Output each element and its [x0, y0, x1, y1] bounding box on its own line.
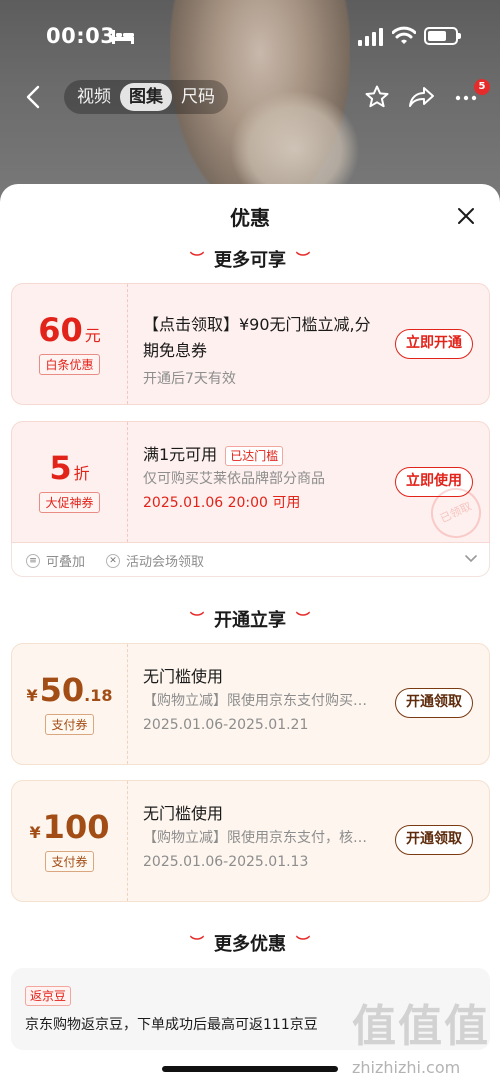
section-header-more-offers: ︶ 更多优惠 ︶ [0, 930, 500, 956]
coupon-amount: ¥100 [29, 807, 110, 846]
coupon-type-tag: 白条优惠 [39, 353, 100, 375]
coupon-value: 5折 大促神券 [12, 422, 128, 542]
coupon-amount: ¥50.18 [26, 670, 113, 709]
coupon-scope: 【购物立减】限使用京东支付购买… [143, 693, 367, 709]
jd-bean-text: 京东购物返京豆，下单成功后最高可返111京豆 [25, 1017, 318, 1033]
section-title: 开通立享 [214, 610, 286, 631]
coupon-amount: 5折 [49, 448, 90, 487]
coupon-info: 【点击领取】¥90无门槛立减,分期免息券 开通后7天有效 [143, 284, 377, 404]
status-bar: 00:03 [0, 0, 500, 70]
section-deco-right-icon: ︶ [296, 252, 310, 268]
wifi-icon [392, 26, 416, 44]
section-deco-left-icon: ︶ [190, 936, 204, 952]
stackable-tip: ≡ 可叠加 [26, 551, 85, 570]
coupon-validity: 开通后7天有效 [143, 371, 236, 387]
coupon-date-range: 2025.01.06-2025.01.21 [143, 717, 309, 733]
coupon-title-row: 满1元可用 已达门槛 [143, 442, 377, 468]
tab-size[interactable]: 尺码 [172, 83, 224, 111]
coupon-start-date: 2025.01.06 20:00 可用 [143, 495, 301, 511]
coupon-title: 满1元可用 [143, 445, 218, 464]
cellular-signal-icon [358, 28, 383, 46]
section-title: 更多可享 [214, 250, 286, 271]
section-header-open-enjoy: ︶ 开通立享 ︶ [0, 606, 500, 632]
section-deco-left-icon: ︶ [190, 612, 204, 628]
coupon-card-payment-50[interactable]: ¥50.18 支付券 无门槛使用 【购物立减】限使用京东支付购买… 2025.0… [11, 643, 490, 765]
close-icon[interactable] [456, 206, 476, 226]
coupon-type-tag: 大促神券 [39, 491, 100, 513]
top-nav: 视频 图集 尺码 5 [0, 72, 500, 122]
activate-claim-button[interactable]: 开通领取 [395, 825, 473, 855]
share-icon[interactable] [408, 84, 436, 110]
notification-badge: 5 [474, 79, 490, 95]
coupon-info: 无门槛使用 【购物立减】限使用京东支付购买… 2025.01.06-2025.0… [143, 644, 377, 764]
section-deco-right-icon: ︶ [296, 936, 310, 952]
coupon-type-tag: 支付券 [45, 713, 94, 735]
coupon-card-baitiao[interactable]: 60 元 白条优惠 【点击领取】¥90无门槛立减,分期免息券 开通后7天有效 立即… [11, 283, 490, 405]
section-title: 更多优惠 [214, 934, 286, 955]
coupon-value: 60 元 白条优惠 [12, 284, 128, 404]
favorite-star-icon[interactable] [364, 84, 390, 110]
offers-sheet: 优惠 ︶ 更多可享 ︶ 60 元 白条优惠 【点击领取】¥90无门槛立减,分期免息券 … [0, 184, 500, 1083]
home-indicator[interactable] [162, 1066, 338, 1072]
media-tabs: 视频 图集 尺码 [64, 80, 228, 114]
site-watermark: 值值值 zhizhizhi.com [352, 990, 492, 1077]
coupon-scope: 【购物立减】限使用京东支付，核… [143, 830, 367, 846]
watermark-logo: 值值值 [352, 1001, 490, 1052]
watermark-url: zhizhizhi.com [352, 1058, 461, 1077]
coupon-type-tag: 支付券 [45, 850, 94, 872]
activate-claim-button[interactable]: 开通领取 [395, 688, 473, 718]
coupon-date-range: 2025.01.06-2025.01.13 [143, 854, 309, 870]
tab-gallery[interactable]: 图集 [120, 83, 172, 111]
coupon-card-promo[interactable]: 5折 大促神券 满1元可用 已达门槛 仅可购买艾莱依品牌部分商品 2025.01.… [11, 421, 490, 547]
jd-bean-tag: 返京豆 [25, 986, 72, 1006]
coupon-card-payment-100[interactable]: ¥100 支付券 无门槛使用 【购物立减】限使用京东支付，核… 2025.01.… [11, 780, 490, 902]
coupon-info: 满1元可用 已达门槛 仅可购买艾莱依品牌部分商品 2025.01.06 20:00… [143, 422, 377, 542]
tab-video[interactable]: 视频 [68, 83, 120, 111]
sleep-mode-icon [112, 30, 134, 44]
stack-icon: ≡ [26, 553, 40, 568]
section-deco-left-icon: ︶ [190, 252, 204, 268]
back-arrow-icon[interactable] [22, 84, 46, 110]
threshold-reached-badge: 已达门槛 [225, 445, 284, 466]
coupon-tips-row: ≡ 可叠加 ✕ 活动会场领取 [11, 543, 490, 577]
coupon-info: 无门槛使用 【购物立减】限使用京东支付，核… 2025.01.06-2025.0… [143, 781, 377, 901]
coupon-title: 【点击领取】¥90无门槛立减,分期免息券 [143, 315, 371, 360]
sheet-title: 优惠 [230, 206, 270, 230]
venue-tip: ✕ 活动会场领取 [106, 551, 204, 570]
status-time: 00:03 [46, 24, 116, 48]
activate-now-button[interactable]: 立即开通 [395, 329, 473, 359]
coupon-amount: 60 元 [38, 310, 101, 349]
venue-icon: ✕ [106, 553, 120, 568]
battery-icon [424, 27, 461, 45]
coupon-title: 无门槛使用 [143, 667, 224, 686]
section-deco-right-icon: ︶ [296, 612, 310, 628]
coupon-value: ¥50.18 支付券 [12, 644, 128, 764]
chevron-down-icon[interactable] [465, 555, 477, 563]
coupon-value: ¥100 支付券 [12, 781, 128, 901]
coupon-scope: 仅可购买艾莱依品牌部分商品 [143, 471, 325, 487]
section-header-more-available: ︶ 更多可享 ︶ [0, 246, 500, 272]
coupon-title: 无门槛使用 [143, 804, 224, 823]
